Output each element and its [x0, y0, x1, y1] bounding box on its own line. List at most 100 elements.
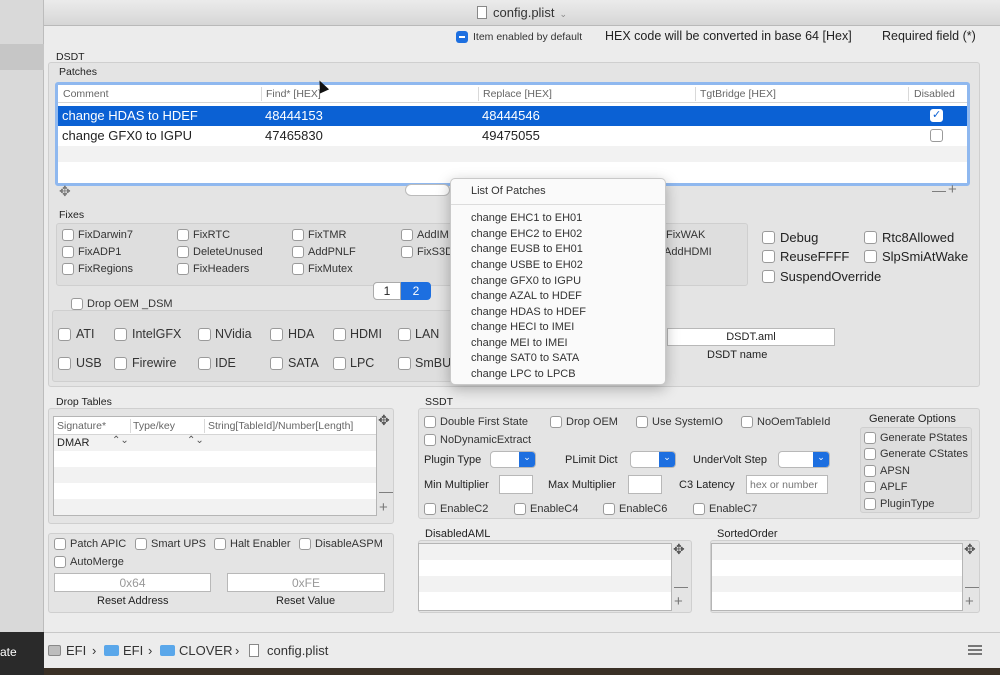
drop-tables-table[interactable]: Signature* Type/key String[TableId]/Numb… — [53, 416, 377, 516]
use-systemio-checkbox[interactable] — [636, 416, 648, 428]
c3-latency-input[interactable] — [746, 475, 828, 494]
column-string-number[interactable]: String[TableId]/Number[Length] — [208, 420, 353, 432]
patch-replace[interactable]: 49475055 — [482, 128, 540, 143]
fixheaders-checkbox[interactable] — [177, 263, 189, 275]
generate-pstates-checkbox[interactable] — [864, 432, 876, 444]
path-crumb[interactable]: config.plist — [267, 643, 328, 658]
reset-address-input[interactable]: 0x64 — [54, 573, 211, 592]
patch-find[interactable]: 47465830 — [265, 128, 323, 143]
smart-ups-checkbox[interactable] — [135, 538, 147, 550]
list-item[interactable]: change USBE to EH02 — [471, 259, 583, 271]
ide-checkbox[interactable] — [198, 357, 211, 370]
nodynamicextract-checkbox[interactable] — [424, 434, 436, 446]
automerge-checkbox[interactable] — [54, 556, 66, 568]
patch-apic-checkbox[interactable] — [54, 538, 66, 550]
fixrtc-checkbox[interactable] — [177, 229, 189, 241]
double-first-state-checkbox[interactable] — [424, 416, 436, 428]
remove-disabled-aml-button[interactable]: — — [674, 578, 688, 594]
halt-enabler-checkbox[interactable] — [214, 538, 226, 550]
max-multiplier-input[interactable] — [628, 475, 662, 494]
window-title[interactable]: config.plist ⌄ — [44, 5, 1000, 20]
list-item[interactable]: change EUSB to EH01 — [471, 243, 583, 255]
patch-comment[interactable]: change GFX0 to IGPU — [62, 128, 192, 143]
nooemtableid-checkbox[interactable] — [741, 416, 753, 428]
column-replace[interactable]: Replace [HEX] — [483, 88, 552, 100]
intelgfx-checkbox[interactable] — [114, 328, 127, 341]
add-drop-table-button[interactable]: + — [379, 499, 388, 516]
column-tgtbridge[interactable]: TgtBridge [HEX] — [700, 88, 776, 100]
undervolt-select[interactable]: ⌄ — [778, 451, 830, 468]
drag-handle-icon[interactable]: ✥ — [673, 541, 685, 558]
add-sorted-order-button[interactable]: + — [965, 593, 974, 610]
path-crumb[interactable]: EFI — [123, 643, 143, 658]
hdmi-checkbox[interactable] — [333, 328, 346, 341]
column-comment[interactable]: Comment — [63, 88, 109, 100]
add-disabled-aml-button[interactable]: + — [674, 593, 683, 610]
plimit-select[interactable]: ⌄ — [630, 451, 676, 468]
min-multiplier-input[interactable] — [499, 475, 533, 494]
table-row[interactable]: DMAR ⌃⌄ ⌃⌄ — [54, 435, 376, 451]
rtc8allowed-checkbox[interactable] — [864, 231, 877, 244]
disabled-aml-table[interactable] — [418, 543, 672, 611]
fixs3d-checkbox[interactable] — [401, 246, 413, 258]
path-crumb[interactable]: CLOVER — [179, 643, 232, 658]
patch-disabled-checkbox[interactable]: ✓ — [930, 109, 943, 122]
list-item[interactable]: change EHC1 to EH01 — [471, 212, 582, 224]
remove-drop-table-button[interactable]: — — [379, 483, 393, 499]
dsdt-name-input[interactable]: DSDT.aml — [667, 328, 835, 346]
patch-find[interactable]: 48444153 — [265, 108, 323, 123]
title-bar[interactable]: config.plist ⌄ — [44, 0, 1000, 26]
column-find[interactable]: Find* [HEX] — [266, 88, 321, 100]
lpc-checkbox[interactable] — [333, 357, 346, 370]
patches-scrollbar[interactable] — [405, 184, 450, 196]
path-crumb[interactable]: EFI — [66, 643, 86, 658]
smbus-checkbox[interactable] — [398, 357, 411, 370]
fixmutex-checkbox[interactable] — [292, 263, 304, 275]
nvidia-checkbox[interactable] — [198, 328, 211, 341]
column-signature[interactable]: Signature* — [57, 420, 106, 432]
list-item[interactable]: change GFX0 to IGPU — [471, 275, 581, 287]
slpsmiatwake-checkbox[interactable] — [864, 250, 877, 263]
enablec2-checkbox[interactable] — [424, 503, 436, 515]
list-item[interactable]: change LPC to LPCB — [471, 368, 576, 380]
firewire-checkbox[interactable] — [114, 357, 127, 370]
fixtmr-checkbox[interactable] — [292, 229, 304, 241]
column-type-key[interactable]: Type/key — [133, 420, 175, 432]
list-item[interactable]: change HECI to IMEI — [471, 321, 574, 333]
enablec6-checkbox[interactable] — [603, 503, 615, 515]
drop-table-signature[interactable]: DMAR — [57, 437, 89, 449]
chevron-down-icon[interactable]: ⌃⌄ — [112, 435, 129, 446]
chevron-down-icon[interactable]: ⌃⌄ — [187, 435, 204, 446]
disableaspm-checkbox[interactable] — [299, 538, 311, 550]
fixdarwin7-checkbox[interactable] — [62, 229, 74, 241]
addim-checkbox[interactable] — [401, 229, 413, 241]
table-row[interactable]: change HDAS to HDEF 48444153 48444546 ✓ — [58, 106, 967, 126]
reuseffff-checkbox[interactable] — [762, 250, 775, 263]
page-1-button[interactable]: 1 — [373, 282, 401, 300]
table-row[interactable]: change GFX0 to IGPU 47465830 49475055 — [58, 126, 967, 146]
list-item[interactable]: change SAT0 to SATA — [471, 352, 579, 364]
patches-table[interactable]: Comment Find* [HEX] Replace [HEX] TgtBri… — [55, 82, 970, 186]
drag-handle-icon[interactable]: ✥ — [59, 183, 71, 200]
drop-oem-dsm-checkbox[interactable] — [71, 298, 83, 310]
reset-value-input[interactable]: 0xFE — [227, 573, 385, 592]
deleteunused-checkbox[interactable] — [177, 246, 189, 258]
drop-oem-checkbox[interactable] — [550, 416, 562, 428]
fixadp1-checkbox[interactable] — [62, 246, 74, 258]
sata-checkbox[interactable] — [270, 357, 283, 370]
list-item[interactable]: change HDAS to HDEF — [471, 306, 586, 318]
list-item[interactable]: change EHC2 to EH02 — [471, 228, 582, 240]
enablec7-checkbox[interactable] — [693, 503, 705, 515]
lan-checkbox[interactable] — [398, 328, 411, 341]
patch-comment[interactable]: change HDAS to HDEF — [62, 108, 198, 123]
debug-checkbox[interactable] — [762, 231, 775, 244]
page-2-button[interactable]: 2 — [401, 282, 431, 300]
list-icon[interactable] — [968, 645, 982, 655]
plugin-type-select[interactable]: ⌄ — [490, 451, 536, 468]
suspendoverride-checkbox[interactable] — [762, 270, 775, 283]
generate-cstates-checkbox[interactable] — [864, 448, 876, 460]
drag-handle-icon[interactable]: ✥ — [964, 541, 976, 558]
enablec4-checkbox[interactable] — [514, 503, 526, 515]
usb-checkbox[interactable] — [58, 357, 71, 370]
list-item[interactable]: change MEI to IMEI — [471, 337, 568, 349]
